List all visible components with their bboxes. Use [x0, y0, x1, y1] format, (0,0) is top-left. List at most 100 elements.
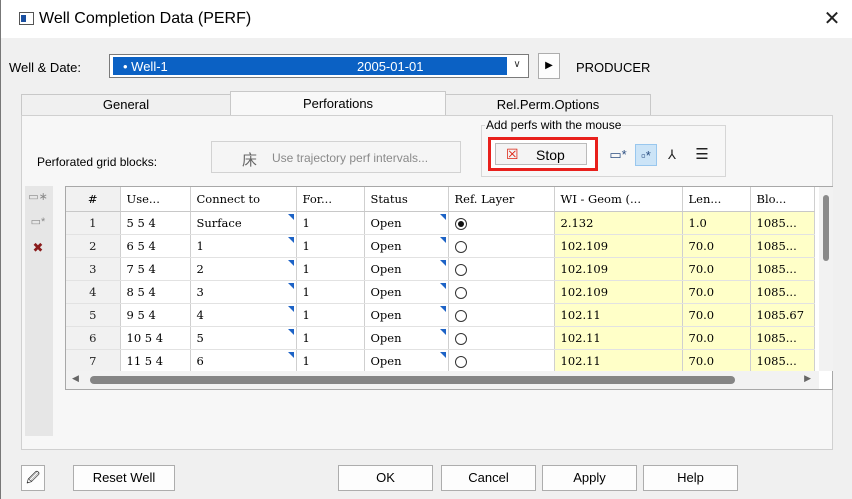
ref-layer-radio[interactable] [454, 309, 467, 322]
column-header-connect-to[interactable]: Connect to [190, 187, 297, 212]
cell-use[interactable]: 10 5 4 [120, 326, 191, 350]
vertical-scroll-thumb[interactable] [823, 195, 829, 261]
cell-use[interactable]: 8 5 4 [120, 280, 191, 304]
table-row[interactable]: 3 7 5 4 2 1 Open 102.109 70.0 1085... [66, 257, 815, 281]
table-row[interactable]: 5 9 5 4 4 1 Open 102.11 70.0 1085.67 [66, 303, 815, 327]
add-perf-block-icon[interactable]: ▭* [607, 144, 629, 166]
column-header-use[interactable]: Use... [120, 187, 191, 212]
cell-block[interactable]: 1085... [750, 234, 815, 258]
cell-wi-geom[interactable]: 102.11 [554, 326, 683, 350]
add-perf-layer-icon[interactable]: ▫* [635, 144, 657, 166]
cell-length[interactable]: 70.0 [682, 234, 751, 258]
column-header-form[interactable]: For... [296, 187, 365, 212]
cell-length[interactable]: 70.0 [682, 326, 751, 350]
cell-wi-geom[interactable]: 102.109 [554, 280, 683, 304]
close-button[interactable]: ✕ [819, 6, 845, 32]
column-header-num[interactable]: # [66, 187, 121, 212]
scroll-right-icon[interactable]: ▶ [804, 373, 811, 384]
cell-ref-layer[interactable] [448, 326, 555, 350]
cell-ref-layer[interactable] [448, 349, 555, 373]
cell-block[interactable]: 1085.67 [750, 303, 815, 327]
cell-connect-to[interactable]: 4 [190, 303, 297, 327]
cell-ref-layer[interactable] [448, 257, 555, 281]
column-header-length[interactable]: Len... [682, 187, 751, 212]
next-well-button[interactable]: ▶ [538, 53, 560, 79]
list-icon[interactable]: ☰ [691, 144, 713, 166]
tab-general[interactable]: General [21, 94, 231, 116]
table-row[interactable]: 2 6 5 4 1 1 Open 102.109 70.0 1085... [66, 234, 815, 258]
cell-form[interactable]: 1 [296, 280, 365, 304]
cell-use[interactable]: 9 5 4 [120, 303, 191, 327]
cell-status[interactable]: Open [364, 280, 449, 304]
scroll-left-icon[interactable]: ◀ [72, 373, 79, 384]
table-row[interactable]: 7 11 5 4 6 1 Open 102.11 70.0 1085... [66, 349, 815, 373]
cell-connect-to[interactable]: 1 [190, 234, 297, 258]
cell-block[interactable]: 1085... [750, 349, 815, 373]
cell-wi-geom[interactable]: 102.11 [554, 349, 683, 373]
cell-form[interactable]: 1 [296, 257, 365, 281]
cell-block[interactable]: 1085... [750, 280, 815, 304]
cell-length[interactable]: 1.0 [682, 211, 751, 235]
cell-connect-to[interactable]: 6 [190, 349, 297, 373]
reset-well-button[interactable]: Reset Well [73, 465, 175, 491]
cell-use[interactable]: 11 5 4 [120, 349, 191, 373]
cell-connect-to[interactable]: 5 [190, 326, 297, 350]
cell-block[interactable]: 1085... [750, 257, 815, 281]
cell-block[interactable]: 1085... [750, 211, 815, 235]
tab-perforations[interactable]: Perforations [230, 91, 446, 116]
cell-use[interactable]: 6 5 4 [120, 234, 191, 258]
ref-layer-radio[interactable] [454, 286, 467, 299]
cell-length[interactable]: 70.0 [682, 303, 751, 327]
cell-status[interactable]: Open [364, 326, 449, 350]
apply-button[interactable]: Apply [542, 465, 637, 491]
ref-layer-radio[interactable] [454, 217, 467, 230]
cell-ref-layer[interactable] [448, 234, 555, 258]
cell-connect-to[interactable]: 3 [190, 280, 297, 304]
column-header-ref-layer[interactable]: Ref. Layer [448, 187, 555, 212]
ref-layer-radio[interactable] [454, 355, 467, 368]
append-row-icon[interactable]: ▭* [28, 215, 48, 231]
cell-status[interactable]: Open [364, 349, 449, 373]
cell-ref-layer[interactable] [448, 303, 555, 327]
cell-connect-to[interactable]: 2 [190, 257, 297, 281]
tab-rel-perm-options[interactable]: Rel.Perm.Options [445, 94, 651, 116]
cell-form[interactable]: 1 [296, 211, 365, 235]
insert-row-icon[interactable]: ▭∗ [28, 190, 48, 206]
cell-use[interactable]: 7 5 4 [120, 257, 191, 281]
help-button[interactable]: Help [643, 465, 738, 491]
cell-form[interactable]: 1 [296, 349, 365, 373]
grid-vertical-scrollbar[interactable] [819, 187, 833, 371]
cell-form[interactable]: 1 [296, 326, 365, 350]
grid-horizontal-scrollbar[interactable]: ◀ ▶ [66, 371, 819, 389]
cancel-button[interactable]: Cancel [441, 465, 536, 491]
table-row[interactable]: 4 8 5 4 3 1 Open 102.109 70.0 1085... [66, 280, 815, 304]
ok-button[interactable]: OK [338, 465, 433, 491]
cell-status[interactable]: Open [364, 303, 449, 327]
cell-status[interactable]: Open [364, 257, 449, 281]
cell-block[interactable]: 1085... [750, 326, 815, 350]
cell-status[interactable]: Open [364, 211, 449, 235]
well-date-dropdown[interactable]: • Well-1 2005-01-01 ∨ [109, 54, 529, 78]
table-row[interactable]: 6 10 5 4 5 1 Open 102.11 70.0 1085... [66, 326, 815, 350]
column-header-wi-geom[interactable]: WI - Geom (... [554, 187, 683, 212]
notes-button[interactable]: 🖉 [21, 465, 45, 491]
cell-length[interactable]: 70.0 [682, 349, 751, 373]
cell-wi-geom[interactable]: 102.109 [554, 234, 683, 258]
cell-use[interactable]: 5 5 4 [120, 211, 191, 235]
cell-connect-to[interactable]: Surface [190, 211, 297, 235]
cell-wi-geom[interactable]: 2.132 [554, 211, 683, 235]
ref-layer-radio[interactable] [454, 240, 467, 253]
cell-wi-geom[interactable]: 102.11 [554, 303, 683, 327]
column-header-status[interactable]: Status [364, 187, 449, 212]
cell-form[interactable]: 1 [296, 234, 365, 258]
stop-button[interactable]: ☒ Stop [495, 143, 587, 165]
cell-ref-layer[interactable] [448, 211, 555, 235]
chevron-down-icon[interactable]: ∨ [509, 59, 525, 73]
cell-wi-geom[interactable]: 102.109 [554, 257, 683, 281]
cell-length[interactable]: 70.0 [682, 257, 751, 281]
cell-form[interactable]: 1 [296, 303, 365, 327]
table-row[interactable]: 1 5 5 4 Surface 1 Open 2.132 1.0 1085... [66, 211, 815, 235]
ref-layer-radio[interactable] [454, 332, 467, 345]
ref-layer-radio[interactable] [454, 263, 467, 276]
cell-ref-layer[interactable] [448, 280, 555, 304]
